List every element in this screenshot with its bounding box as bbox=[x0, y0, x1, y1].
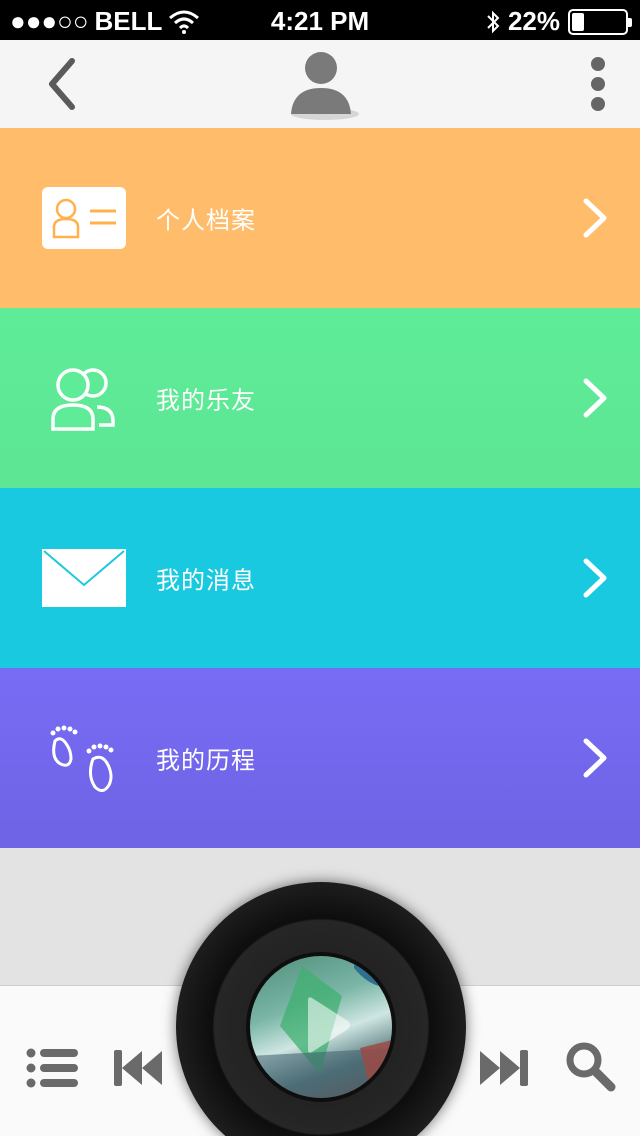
envelope-icon bbox=[40, 538, 128, 618]
chevron-right-icon bbox=[583, 378, 607, 418]
back-button[interactable] bbox=[36, 56, 86, 112]
dot bbox=[591, 97, 605, 111]
status-bar: ●●●○○ BELL 4:21 PM 22% bbox=[0, 0, 640, 40]
menu-item-label: 我的乐友 bbox=[156, 386, 256, 415]
chevron-right-icon bbox=[583, 558, 607, 598]
menu-item-label: 个人档案 bbox=[156, 206, 256, 235]
search-icon bbox=[566, 1042, 616, 1092]
menu-item-messages[interactable]: 我的消息 bbox=[0, 488, 640, 668]
menu-item-history[interactable]: 我的历程 bbox=[0, 668, 640, 848]
footprints-icon bbox=[40, 718, 128, 798]
profile-card-icon bbox=[40, 178, 128, 258]
top-nav-bar bbox=[0, 40, 640, 128]
menu-item-label: 我的消息 bbox=[156, 566, 256, 595]
user-silhouette-icon bbox=[291, 52, 359, 120]
bluetooth-icon bbox=[487, 10, 500, 33]
avatar-button[interactable] bbox=[285, 48, 365, 120]
battery-percent: 22% bbox=[507, 6, 560, 36]
skip-back-icon bbox=[114, 1050, 162, 1086]
next-track-button[interactable] bbox=[476, 1044, 532, 1092]
skip-forward-icon bbox=[480, 1050, 528, 1086]
more-options-button[interactable] bbox=[578, 52, 618, 116]
chevron-right-icon bbox=[583, 198, 607, 238]
previous-track-button[interactable] bbox=[110, 1044, 166, 1092]
clock: 4:21 PM bbox=[270, 6, 370, 36]
play-button[interactable] bbox=[300, 994, 354, 1056]
friends-icon bbox=[40, 358, 128, 438]
chevron-left-icon bbox=[49, 58, 75, 110]
play-icon bbox=[308, 997, 350, 1053]
playlist-button[interactable] bbox=[22, 1040, 82, 1096]
list-icon bbox=[26, 1048, 78, 1088]
menu-item-friends[interactable]: 我的乐友 bbox=[0, 308, 640, 488]
search-button[interactable] bbox=[560, 1036, 620, 1096]
menu-item-profile[interactable]: 个人档案 bbox=[0, 128, 640, 308]
battery-icon bbox=[568, 8, 632, 35]
menu-item-label: 我的历程 bbox=[156, 746, 256, 775]
dot bbox=[591, 77, 605, 91]
vertical-dots-icon bbox=[591, 57, 605, 71]
chevron-right-icon bbox=[583, 738, 607, 778]
